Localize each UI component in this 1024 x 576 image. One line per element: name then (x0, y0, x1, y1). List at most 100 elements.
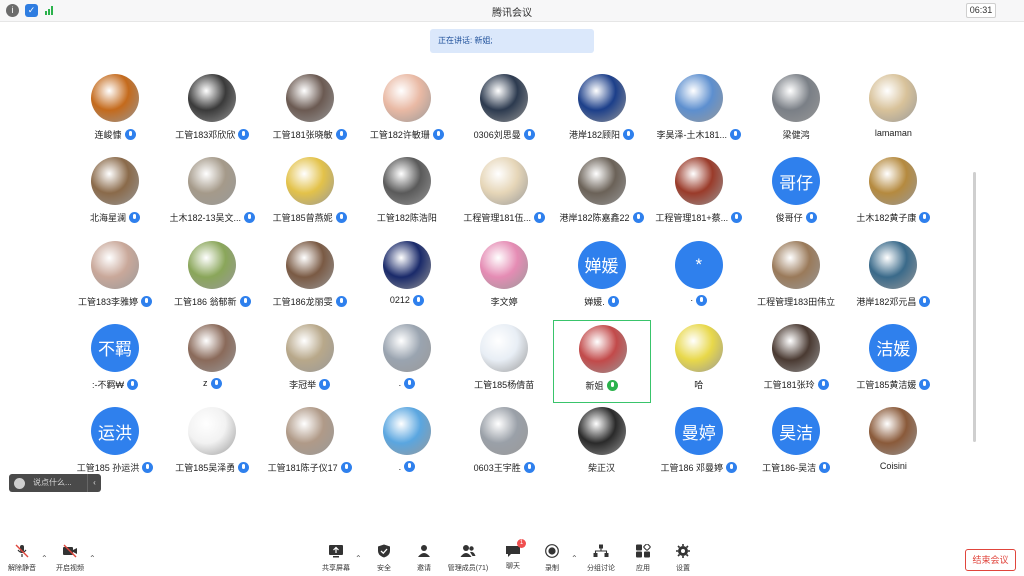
participant-name: 李冠举 (289, 379, 317, 390)
settings-button[interactable]: 设置 (661, 544, 705, 573)
participant-avatar (188, 74, 237, 122)
participant-tile[interactable]: 港岸182陈嘉鑫22 (553, 153, 651, 235)
participant-tile[interactable]: 北海星澜 (66, 153, 164, 235)
participant-name: 工管181陈子仪17 (267, 463, 338, 474)
share-screen-label: 共享屏幕 (322, 565, 350, 572)
participant-tile[interactable]: 哈 (650, 320, 748, 402)
participant-tile[interactable]: 工管182陈浩阳 (358, 153, 456, 235)
participant-tile[interactable]: 工程管理181伍... (455, 153, 553, 235)
participant-name: . (398, 461, 402, 472)
participant-tile[interactable]: lamaman (844, 70, 942, 152)
participant-avatar (869, 74, 918, 122)
participant-tile[interactable]: 李昊泽-土木181... (650, 70, 748, 152)
microphone-icon (129, 212, 140, 224)
participant-name-row: . (352, 461, 462, 473)
participant-tile[interactable]: 0603王宇胜 (455, 403, 553, 485)
chat-input-pill[interactable]: 说点什么... ‹ (9, 474, 101, 492)
participant-name: Coisini (879, 461, 907, 472)
speaking-indicator: 正在讲话: 新姐; (430, 29, 594, 53)
microphone-icon (238, 462, 250, 474)
microphone-icon (127, 378, 138, 390)
invite-button[interactable]: 邀请 (402, 544, 446, 573)
participant-name-row: 工程管理183田伟立 (741, 295, 851, 308)
participant-name: . (398, 378, 402, 389)
participant-tile[interactable]: 工程管理181+蔡... (650, 153, 748, 235)
record-button[interactable]: 录制 (530, 544, 574, 573)
microphone-icon (335, 212, 347, 224)
security-label: 安全 (377, 565, 391, 572)
share-options-caret[interactable]: ⌃ (355, 554, 362, 563)
participant-tile[interactable]: * · (650, 237, 748, 319)
participant-tile[interactable]: . (358, 403, 456, 485)
mute-options-caret[interactable]: ⌃ (41, 554, 48, 563)
participant-avatar (480, 74, 529, 122)
participant-tile[interactable]: 0306刘思曼 (455, 70, 553, 152)
microphone-icon (335, 295, 347, 307)
chat-button[interactable]: 1 聊天 (491, 539, 535, 571)
collapse-chat-icon[interactable]: ‹ (87, 474, 101, 492)
microphone-icon (404, 377, 416, 389)
participant-tile[interactable]: 工管185曾燕妮 (261, 153, 359, 235)
participant-tile[interactable]: 柴正汉 (553, 403, 651, 485)
participant-tile[interactable]: 港岸182顾阳 (553, 70, 651, 152)
security-button[interactable]: 安全 (362, 544, 406, 573)
participant-tile[interactable]: 0212 (358, 237, 456, 319)
manage-members-button[interactable]: 管理成员(71) (446, 544, 490, 573)
participant-tile[interactable]: 土木182黄子康 (844, 153, 942, 235)
participant-tile[interactable]: 工管181陈子仪17 (261, 403, 359, 485)
participant-avatar (188, 157, 237, 206)
participant-tile[interactable]: 工管183邓欣欣 (163, 70, 261, 152)
participant-tile[interactable]: . (358, 320, 456, 402)
participant-tile[interactable]: 哥仔 俊哥仔 (747, 153, 845, 235)
participant-tile[interactable]: 不羁:-不羁₩ (66, 320, 164, 402)
participant-avatar: 洁媛 (869, 323, 918, 372)
grid-scrollbar[interactable] (973, 172, 976, 442)
end-meeting-button[interactable]: 结束会议 (965, 549, 1016, 571)
record-options-caret[interactable]: ⌃ (571, 554, 578, 563)
participant-tile[interactable]: 工管183李雅婷 (66, 237, 164, 319)
participant-tile[interactable]: 工管181张晓敏 (261, 70, 359, 152)
participant-tile[interactable]: 工管182许敏珊 (358, 70, 456, 152)
emoji-icon[interactable] (14, 477, 25, 489)
mute-button[interactable]: 解除静音 (0, 544, 44, 573)
participant-tile[interactable]: 洁媛 工管185黄洁媛 (844, 320, 942, 402)
breakout-button[interactable]: 分组讨论 (579, 544, 623, 573)
participant-tile[interactable]: 李文婷 (455, 237, 553, 319)
participant-tile[interactable]: 连峻慷 (66, 70, 164, 152)
gear-icon (676, 544, 690, 558)
record-icon (545, 544, 559, 558)
microphone-icon (340, 462, 352, 474)
participant-tile[interactable]: 港岸182邓元昌 (844, 237, 942, 319)
participant-name-row: 连峻慷 (60, 128, 170, 141)
participant-avatar (772, 323, 821, 372)
chat-unread-badge: 1 (517, 539, 526, 548)
video-button[interactable]: 开启视频 (48, 544, 92, 573)
participant-tile[interactable]: 土木182-13吴文... (163, 153, 261, 235)
participant-tile[interactable]: 工管185吴泽勇 (163, 403, 261, 485)
participant-tile[interactable]: z (163, 320, 261, 402)
participant-tile[interactable]: 昊洁 工管186-吴洁 (747, 403, 845, 485)
participant-tile[interactable]: 工程管理183田伟立 (747, 237, 845, 319)
security-shield-icon (378, 544, 390, 558)
participant-tile[interactable]: 李冠举 (261, 320, 359, 402)
participant-name-row: 港岸182邓元昌 (838, 295, 948, 308)
participant-tile[interactable]: 工管186龙丽雯 (261, 237, 359, 319)
participant-tile[interactable]: 工管181张玲 (747, 320, 845, 402)
participant-name: 土木182-13吴文... (169, 213, 242, 224)
participant-tile[interactable]: Coisini (844, 403, 942, 485)
participant-tile[interactable]: 梁健鸿 (747, 70, 845, 152)
participant-name: 工程管理181+蔡... (655, 213, 729, 224)
title-bar: i ✓ 腾讯会议 06:31 (0, 0, 1024, 22)
participant-tile[interactable]: 工管186 翁郁新 (163, 237, 261, 319)
participant-avatar (480, 407, 529, 456)
microphone-icon (432, 129, 444, 140)
participant-tile[interactable]: 运洪 工管185 孙运洪 (66, 403, 164, 485)
share-screen-button[interactable]: 共享屏幕 (314, 544, 358, 573)
participant-avatar: 曼婷 (674, 407, 723, 456)
participant-tile[interactable]: 曼婷 工管186 邓曼婷 (650, 403, 748, 485)
apps-button[interactable]: 应用 (621, 543, 665, 573)
participant-tile[interactable]: 婵媛 婵媛. (553, 237, 651, 319)
participant-tile[interactable]: 新姐 (552, 319, 651, 403)
video-options-caret[interactable]: ⌃ (89, 554, 96, 563)
participant-tile[interactable]: 工管185杨倩苗 (455, 320, 553, 402)
